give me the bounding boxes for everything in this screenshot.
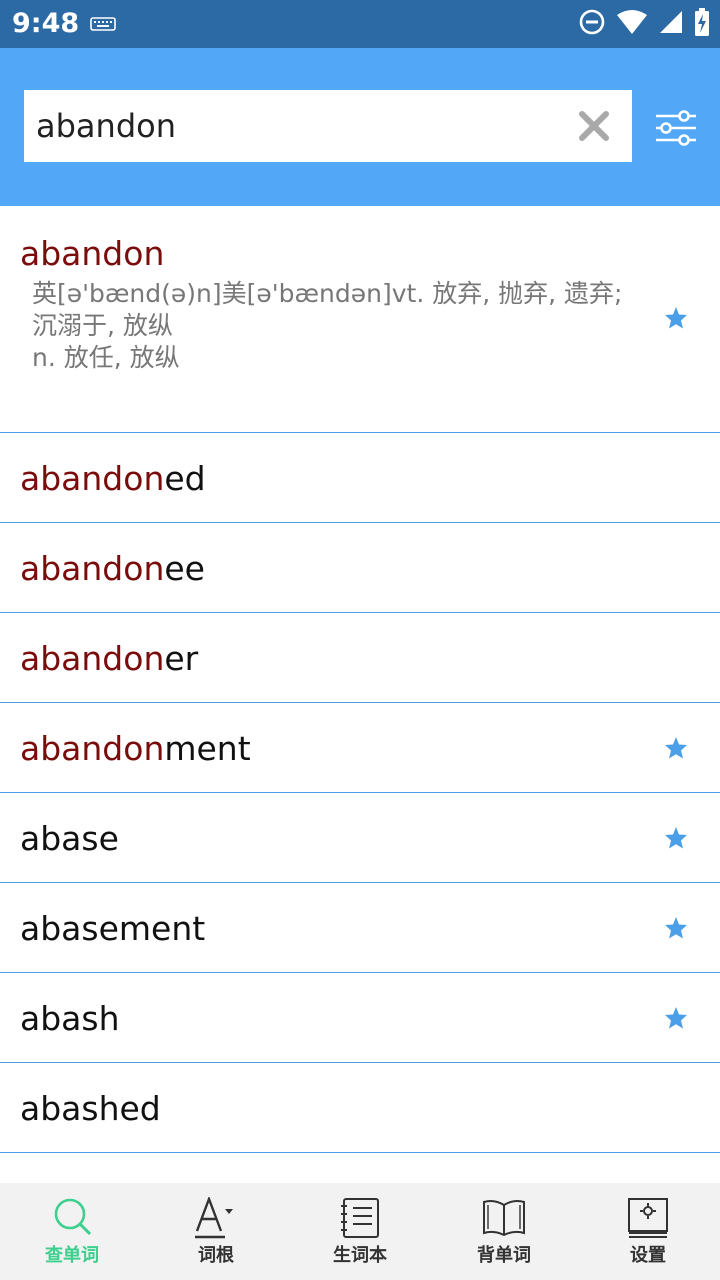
matched-prefix: abandon: [20, 729, 165, 768]
tab-vocabulary-book[interactable]: 生词本: [288, 1183, 432, 1280]
notebook-icon: [341, 1198, 379, 1238]
sliders-icon: [656, 110, 696, 146]
book-icon: [483, 1200, 525, 1237]
tab-memorize[interactable]: 背单词: [432, 1183, 576, 1280]
list-item-word: abandoned: [20, 459, 206, 498]
tab-label: 背单词: [477, 1245, 531, 1266]
list-item[interactable]: abandoner: [0, 613, 720, 703]
tab-label: 生词本: [333, 1245, 387, 1266]
keyboard-icon: [90, 16, 116, 35]
list-item[interactable]: abandonee: [0, 523, 720, 613]
matched-prefix: abandon: [20, 549, 165, 588]
word-suffix: abashed: [20, 1089, 161, 1128]
close-icon: [579, 111, 609, 141]
list-item[interactable]: abash: [0, 973, 720, 1063]
tab-lookup[interactable]: 查单词: [0, 1183, 144, 1280]
settings-icon: [628, 1198, 668, 1238]
word-suffix: ee: [164, 549, 205, 588]
tab-label: 查单词: [45, 1245, 99, 1266]
list-item-word: abandonee: [20, 549, 205, 588]
wifi-icon: [617, 10, 647, 34]
results-list: abandon 英[ə'bænd(ə)n]美[ə'bændən]vt. 放弃, …: [0, 206, 720, 1153]
list-item[interactable]: abandoned: [0, 433, 720, 523]
main-entry-definition: 英[ə'bænd(ə)n]美[ə'bændən]vt. 放弃, 抛弃, 遗弃; …: [32, 278, 632, 374]
tab-label: 设置: [630, 1245, 666, 1266]
font-icon: [195, 1197, 233, 1239]
list-item-word: abandoner: [20, 639, 198, 678]
matched-prefix: abandon: [20, 459, 165, 498]
tab-settings[interactable]: 设置: [576, 1183, 720, 1280]
tab-roots[interactable]: 词根: [144, 1183, 288, 1280]
star-icon[interactable]: [664, 1006, 688, 1030]
star-icon[interactable]: [664, 736, 688, 760]
definition-line: n. 放任, 放纵: [32, 343, 180, 372]
bottom-navigation: 查单词 词根 生词本 背单词 设置: [0, 1183, 720, 1280]
search-app-bar: [0, 48, 720, 206]
battery-charging-icon: [695, 8, 709, 36]
filter-settings-button[interactable]: [654, 110, 698, 146]
do-not-disturb-icon: [579, 9, 605, 35]
list-item[interactable]: abandonment: [0, 703, 720, 793]
list-item[interactable]: abase: [0, 793, 720, 883]
star-icon[interactable]: [664, 306, 688, 330]
cell-signal-icon: [660, 11, 682, 33]
matched-prefix: abandon: [20, 639, 165, 678]
status-time: 9:48: [12, 8, 80, 39]
definition-line: 沉溺于, 放纵: [32, 311, 173, 340]
status-bar: 9:48: [0, 0, 720, 48]
list-item-word: abasement: [20, 909, 205, 948]
search-input[interactable]: [24, 90, 564, 162]
status-icons: [578, 8, 710, 36]
list-item-word: abandonment: [20, 729, 251, 768]
list-item-word: abash: [20, 999, 120, 1038]
word-suffix: abash: [20, 999, 120, 1038]
search-box: [24, 90, 632, 162]
definition-line: 英[ə'bænd(ə)n]美[ə'bændən]vt. 放弃, 抛弃, 遗弃;: [32, 279, 623, 308]
list-item[interactable]: abashed: [0, 1063, 720, 1153]
main-entry[interactable]: abandon 英[ə'bænd(ə)n]美[ə'bændən]vt. 放弃, …: [0, 206, 720, 433]
star-icon[interactable]: [664, 826, 688, 850]
clear-search-button[interactable]: [576, 108, 612, 144]
word-suffix: abase: [20, 819, 119, 858]
main-entry-word: abandon: [20, 234, 165, 273]
word-suffix: ed: [164, 459, 206, 498]
word-suffix: abasement: [20, 909, 206, 948]
list-item-word: abase: [20, 819, 119, 858]
word-suffix: er: [164, 639, 199, 678]
list-item-word: abashed: [20, 1089, 161, 1128]
star-icon[interactable]: [664, 916, 688, 940]
list-item[interactable]: abasement: [0, 883, 720, 973]
search-icon: [54, 1198, 92, 1236]
word-suffix: ment: [164, 729, 251, 768]
tab-label: 词根: [198, 1245, 234, 1266]
